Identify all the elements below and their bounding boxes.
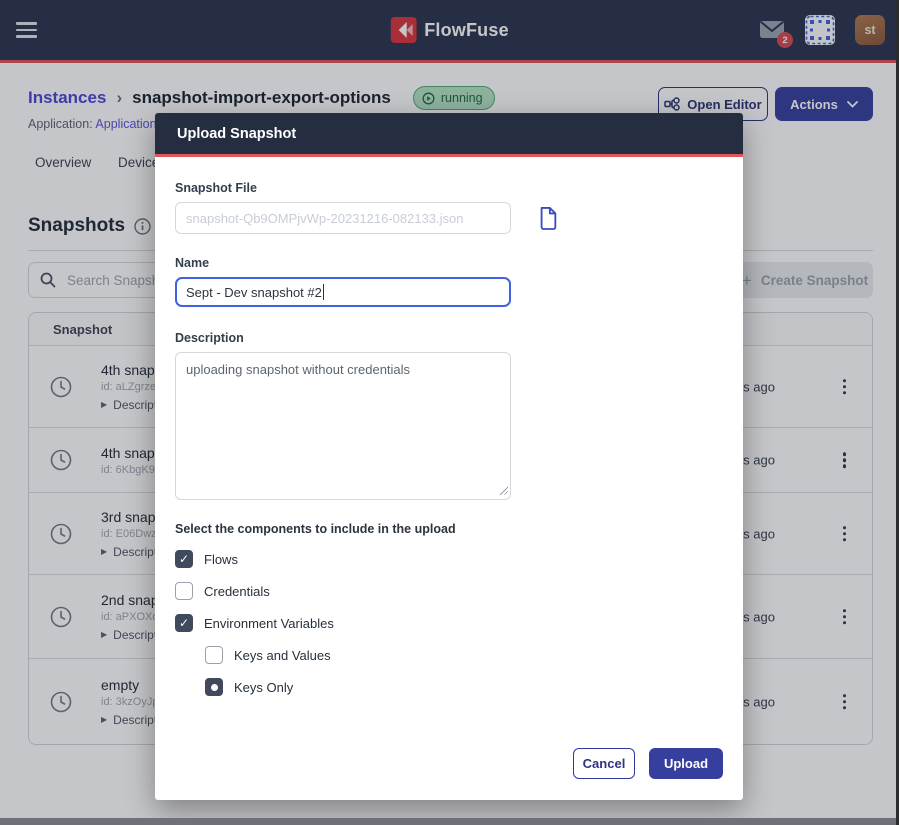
- file-icon[interactable]: [537, 206, 559, 230]
- description-wrap: uploading snapshot without credentials: [175, 352, 511, 500]
- keys-and-values-label: Keys and Values: [234, 648, 331, 663]
- name-value: Sept - Dev snapshot #2: [186, 285, 322, 300]
- keys-and-values-checkbox[interactable]: [205, 646, 223, 664]
- keys-only-label: Keys Only: [234, 680, 293, 695]
- keys-and-values-option[interactable]: Keys and Values: [205, 644, 723, 666]
- snapshot-file-label: Snapshot File: [175, 181, 723, 195]
- modal-body: Snapshot File Name Sept - Dev snapshot #…: [155, 157, 743, 797]
- flows-label: Flows: [204, 552, 238, 567]
- modal-header: Upload Snapshot: [155, 113, 743, 157]
- snapshot-file-input[interactable]: [175, 202, 511, 234]
- description-textarea[interactable]: uploading snapshot without credentials: [175, 352, 511, 500]
- flows-option[interactable]: ✓ Flows: [175, 548, 723, 570]
- credentials-option[interactable]: Credentials: [175, 580, 723, 602]
- name-input[interactable]: Sept - Dev snapshot #2: [175, 277, 511, 307]
- environment-variables-checkbox[interactable]: ✓: [175, 614, 193, 632]
- credentials-checkbox[interactable]: [175, 582, 193, 600]
- upload-button[interactable]: Upload: [649, 748, 723, 779]
- window-bottom-edge: [0, 818, 899, 825]
- keys-only-radio[interactable]: [205, 678, 223, 696]
- file-row: [175, 202, 723, 234]
- environment-variables-option[interactable]: ✓ Environment Variables: [175, 612, 723, 634]
- description-label: Description: [175, 331, 723, 345]
- modal-footer: Cancel Upload: [573, 748, 723, 779]
- name-label: Name: [175, 256, 723, 270]
- components-heading: Select the components to include in the …: [175, 522, 723, 536]
- flows-checkbox[interactable]: ✓: [175, 550, 193, 568]
- cancel-button[interactable]: Cancel: [573, 748, 635, 779]
- modal-title: Upload Snapshot: [177, 126, 296, 142]
- text-cursor: [323, 284, 324, 300]
- environment-variables-label: Environment Variables: [204, 616, 334, 631]
- keys-only-option[interactable]: Keys Only: [205, 676, 723, 698]
- app-window: FlowFuse 2 st: [0, 0, 899, 825]
- credentials-label: Credentials: [204, 584, 270, 599]
- upload-snapshot-modal: Upload Snapshot Snapshot File Name Sept …: [155, 113, 743, 800]
